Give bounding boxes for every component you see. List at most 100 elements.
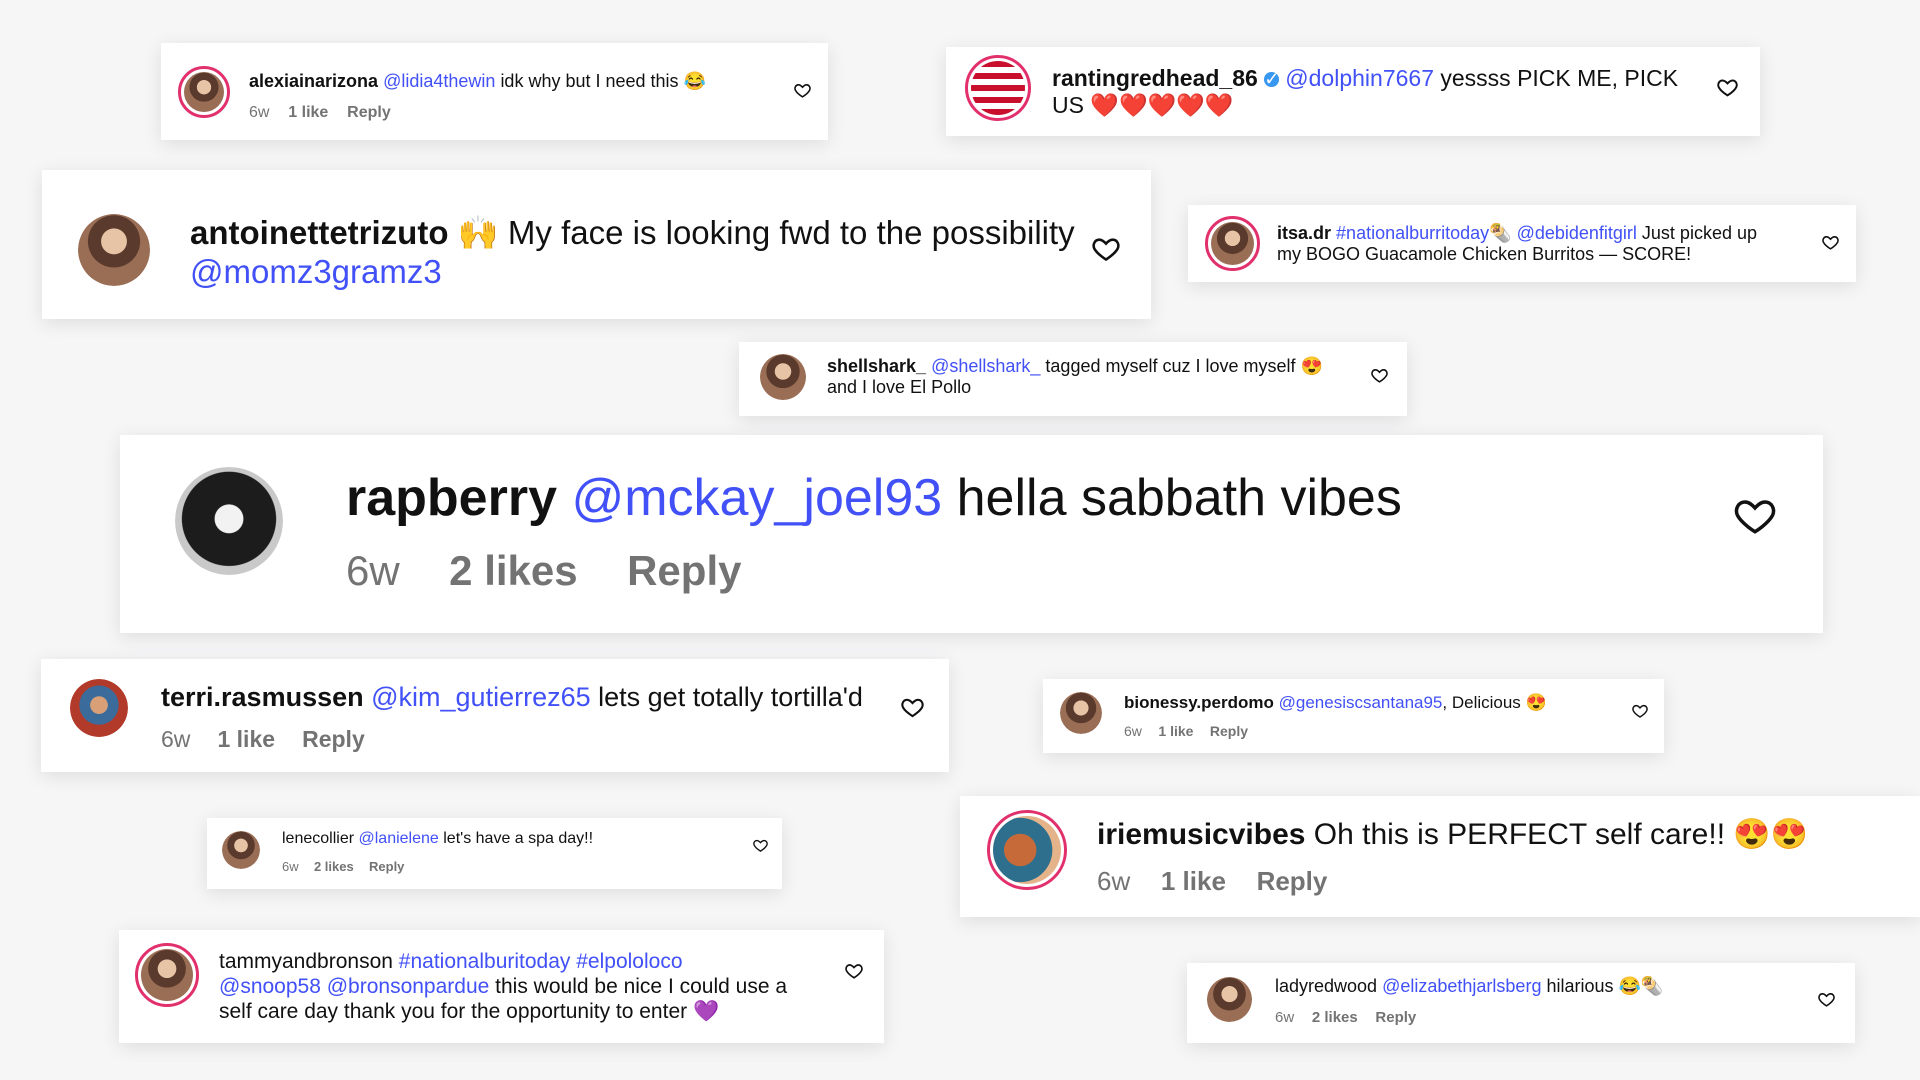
- comment-card: ladyredwood @elizabethjarlsberg hilariou…: [1187, 963, 1855, 1043]
- comment-card: rapberry @mckay_joel93 hella sabbath vib…: [120, 435, 1823, 633]
- mention-link[interactable]: @kim_gutierrez65: [371, 682, 591, 712]
- mention-link[interactable]: @mckay_joel93: [571, 469, 942, 527]
- mention-link[interactable]: @snoop58 @bronsonpardue: [219, 975, 489, 998]
- mention-link[interactable]: @shellshark_: [931, 356, 1040, 376]
- username[interactable]: rapberry: [346, 469, 557, 527]
- username[interactable]: tammyandbronson: [219, 950, 393, 973]
- heart-outline-icon[interactable]: [1371, 367, 1388, 384]
- heart-outline-icon[interactable]: [1092, 235, 1120, 263]
- likes-count[interactable]: 2 likes: [1312, 1009, 1358, 1026]
- likes-count[interactable]: 2 likes: [314, 859, 354, 874]
- heart-outline-icon[interactable]: [1822, 234, 1839, 251]
- avatar[interactable]: [1205, 216, 1260, 271]
- mention-link[interactable]: @lidia4thewin: [383, 71, 495, 91]
- comment-meta: 6w 1 like Reply: [1097, 866, 1808, 897]
- heart-outline-icon[interactable]: [1632, 703, 1648, 719]
- comment-body: idk why but I need this 😂: [500, 71, 706, 91]
- avatar[interactable]: [175, 467, 283, 575]
- username[interactable]: terri.rasmussen: [161, 682, 364, 712]
- mention-link[interactable]: @elizabethjarlsberg: [1382, 976, 1541, 996]
- comment-card: terri.rasmussen @kim_gutierrez65 lets ge…: [41, 659, 949, 772]
- mention-link[interactable]: @momz3gramz3: [190, 253, 1075, 292]
- timestamp: 6w: [1124, 723, 1142, 740]
- mention-link[interactable]: @dolphin7667: [1285, 65, 1434, 91]
- comment-text: itsa.dr #nationalburritoday🌯 @debidenfit…: [1277, 223, 1757, 244]
- comment-card: shellshark_ @shellshark_ tagged myself c…: [739, 342, 1407, 416]
- comment-body: hilarious 😂🌯: [1546, 976, 1664, 996]
- avatar[interactable]: [70, 679, 128, 737]
- comment-text: tammyandbronson #nationalburitoday #elpo…: [219, 950, 787, 975]
- heart-outline-icon[interactable]: [1734, 495, 1776, 537]
- reply-button[interactable]: Reply: [1210, 723, 1248, 739]
- comment-body: tagged myself cuz I love myself 😍: [1045, 356, 1323, 376]
- comment-body-continued: self care day thank you for the opportun…: [219, 999, 720, 1023]
- comment-body: lets get totally tortilla'd: [598, 682, 863, 712]
- reply-button[interactable]: Reply: [1257, 866, 1328, 896]
- mention-link[interactable]: @genesiscsantana95: [1279, 693, 1443, 712]
- reply-button[interactable]: Reply: [347, 104, 391, 121]
- hashtag-link[interactable]: #nationalburritoday🌯 @debidenfitgirl: [1336, 223, 1637, 243]
- username[interactable]: iriemusicvibes: [1097, 818, 1305, 851]
- comment-text: rantingredhead_86 ✓ @dolphin7667 yessss …: [1052, 65, 1678, 92]
- username[interactable]: antoinettetrizuto: [190, 214, 448, 251]
- comment-meta: 6w 2 likes Reply: [1275, 1009, 1663, 1026]
- heart-outline-icon[interactable]: [845, 962, 863, 980]
- heart-outline-icon[interactable]: [1818, 991, 1835, 1008]
- hashtag-link[interactable]: #nationalburitoday #elpololoco: [399, 950, 683, 973]
- comment-card: rantingredhead_86 ✓ @dolphin7667 yessss …: [946, 47, 1760, 136]
- mention-link[interactable]: @lanielene: [359, 830, 439, 847]
- avatar[interactable]: [987, 810, 1067, 890]
- comment-body: Oh this is PERFECT self care!! 😍😍: [1313, 818, 1809, 851]
- comment-body: let's have a spa day!!: [443, 830, 594, 847]
- reply-button[interactable]: Reply: [627, 547, 741, 594]
- comment-meta: 6w 1 like Reply: [1124, 723, 1547, 739]
- heart-outline-icon[interactable]: [794, 82, 811, 99]
- reply-button[interactable]: Reply: [369, 859, 404, 874]
- heart-outline-icon[interactable]: [901, 696, 924, 719]
- avatar[interactable]: [1060, 692, 1102, 734]
- reply-button[interactable]: Reply: [302, 726, 365, 752]
- username[interactable]: lenecollier: [282, 830, 354, 847]
- likes-count[interactable]: 1 like: [1161, 866, 1226, 896]
- comment-text: ladyredwood @elizabethjarlsberg hilariou…: [1275, 976, 1663, 997]
- comment-body: Just picked up: [1641, 223, 1757, 243]
- comment-body: 🙌 My face is looking fwd to the possibil…: [457, 214, 1075, 251]
- comment-text: alexiainarizona @lidia4thewin idk why bu…: [249, 71, 706, 92]
- username[interactable]: itsa.dr: [1277, 223, 1331, 243]
- comment-card: alexiainarizona @lidia4thewin idk why bu…: [161, 43, 828, 140]
- username[interactable]: ladyredwood: [1275, 976, 1377, 996]
- comment-body: , Delicious 😍: [1442, 693, 1547, 712]
- comment-meta: 6w 1 like Reply: [161, 726, 863, 753]
- avatar[interactable]: [760, 354, 806, 400]
- username[interactable]: shellshark_: [827, 356, 926, 376]
- comment-text: lenecollier @lanielene let's have a spa …: [282, 830, 593, 849]
- comment-body-continued: US ❤️❤️❤️❤️❤️: [1052, 92, 1234, 119]
- avatar[interactable]: [1207, 977, 1252, 1022]
- timestamp: 6w: [1275, 1009, 1295, 1027]
- comment-card: tammyandbronson #nationalburitoday #elpo…: [119, 930, 884, 1043]
- avatar[interactable]: [965, 55, 1031, 121]
- likes-count[interactable]: 1 like: [1158, 723, 1193, 739]
- avatar[interactable]: [78, 214, 150, 286]
- username[interactable]: bionessy.perdomo: [1124, 693, 1274, 712]
- timestamp: 6w: [282, 858, 299, 874]
- heart-outline-icon[interactable]: [753, 838, 768, 853]
- comment-meta: 6w 1 like Reply: [249, 104, 706, 122]
- comment-text: terri.rasmussen @kim_gutierrez65 lets ge…: [161, 682, 863, 714]
- comment-text: bionessy.perdomo @genesiscsantana95, Del…: [1124, 693, 1547, 713]
- verified-badge-icon: ✓: [1264, 68, 1280, 90]
- likes-count[interactable]: 1 like: [217, 726, 275, 752]
- comment-body-continued: my BOGO Guacamole Chicken Burritos — SCO…: [1277, 244, 1692, 265]
- comment-text: shellshark_ @shellshark_ tagged myself c…: [827, 356, 1323, 377]
- comment-body-continued: and I love El Pollo: [827, 377, 972, 398]
- username[interactable]: alexiainarizona: [249, 71, 378, 91]
- likes-count[interactable]: 2 likes: [449, 547, 577, 594]
- avatar[interactable]: [135, 943, 199, 1007]
- reply-button[interactable]: Reply: [1375, 1009, 1416, 1026]
- avatar[interactable]: [178, 66, 230, 118]
- likes-count[interactable]: 1 like: [288, 104, 328, 121]
- comment-text: antoinettetrizuto 🙌 My face is looking f…: [190, 214, 1075, 253]
- username[interactable]: rantingredhead_86: [1052, 65, 1258, 91]
- heart-outline-icon[interactable]: [1717, 77, 1738, 98]
- avatar[interactable]: [222, 831, 260, 869]
